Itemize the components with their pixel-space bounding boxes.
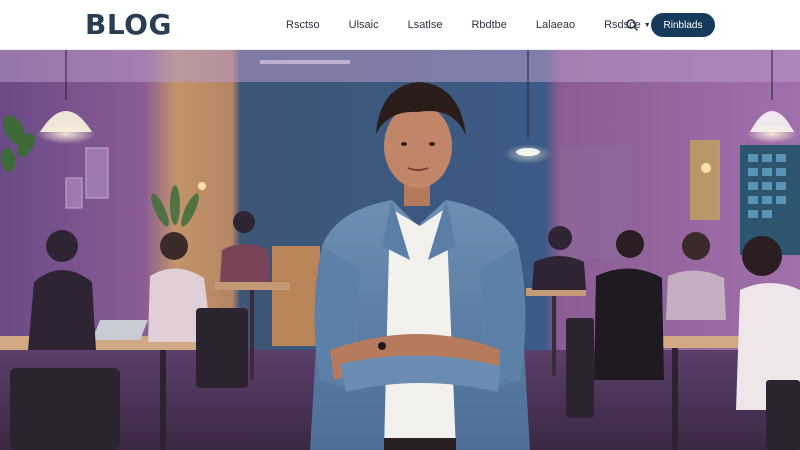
search-button[interactable] [624,17,640,33]
nav-item-label: Lsatlse [407,19,443,31]
page: BLOG Rsctso Ulsaic Lsatlse Rbdtbe Lalaea… [0,0,800,450]
nav-item-label: Rbdtbe [471,19,507,31]
main-nav: Rsctso Ulsaic Lsatlse Rbdtbe Lalaeao Rsd… [286,0,680,50]
search-icon [626,19,638,31]
site-logo[interactable]: BLOG [85,9,172,41]
hero-illustration [0,50,800,450]
nav-item-label: Rsctso [286,19,320,31]
nav-item-4[interactable]: Rbdtbe [471,19,506,31]
nav-item-2[interactable]: Ulsaic [349,19,379,31]
nav-item-3[interactable]: Lsatlse [408,19,443,31]
chevron-down-icon: ▼ [643,21,651,29]
nav-item-label: Lalaeao [535,19,576,31]
hero-image [0,50,800,450]
site-header: BLOG Rsctso Ulsaic Lsatlse Rbdtbe Lalaea… [0,0,800,50]
cta-button[interactable]: Rinblads [651,13,715,37]
nav-item-5[interactable]: Lalaeao [536,19,575,31]
nav-item-1[interactable]: Rsctso [286,19,320,31]
nav-item-label: Ulsaic [348,19,379,31]
